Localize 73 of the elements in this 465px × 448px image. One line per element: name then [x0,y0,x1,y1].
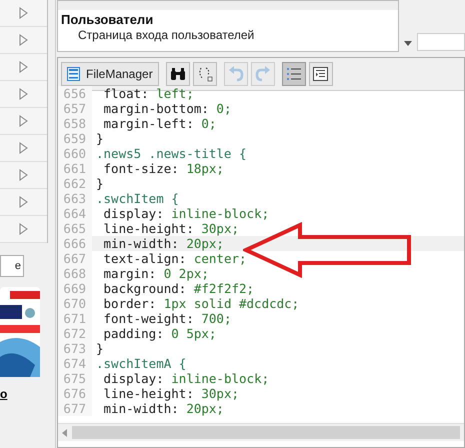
code-line: font-weight: 700; [102,311,232,326]
replace-icon [196,66,213,82]
code-line: .news5 .news-title { [96,146,247,161]
line-number: 676 [58,386,92,401]
code-line: text-align: center; [102,251,247,266]
line-number: 661 [58,161,92,176]
line-number: 675 [58,371,92,386]
line-numbers-button[interactable] [282,62,306,86]
line-number: 657 [58,101,92,116]
line-number: 668 [58,266,92,281]
line-number: 672 [58,326,92,341]
numbered-list-icon [286,67,301,81]
code-line: font-size: 18px; [102,161,224,176]
code-line: min-width: 20px; [102,236,224,251]
line-number: 664 [58,206,92,221]
find-button[interactable] [166,62,190,86]
triangle-icon [19,196,28,208]
line-number: 662 [58,176,92,191]
link[interactable]: o [0,385,55,403]
indent-button[interactable] [308,62,333,86]
triangle-icon [19,115,28,127]
redo-icon [254,66,271,82]
triangle-icon [19,142,28,154]
code-line: } [96,176,104,191]
code-line: padding: 0 5px; [102,326,216,341]
line-number: 674 [58,356,92,371]
code-line: margin: 0 2px; [102,266,209,281]
line-number: 670 [58,296,92,311]
triangle-icon [19,88,28,100]
scroll-down-icon[interactable] [404,41,412,46]
line-number: 660 [58,146,92,161]
code-line: margin-left: 0; [102,116,216,131]
line-number: 659 [58,131,92,146]
list-item[interactable]: Пользователи [58,10,398,28]
redo-button[interactable] [250,62,275,86]
code-line: line-height: 30px; [102,221,240,236]
line-number: 665 [58,221,92,236]
file-manager-button[interactable]: FileManager [61,62,159,86]
binoculars-icon [170,68,186,80]
list-item[interactable]: Страница входа пользователей [58,28,398,43]
code-line: min-width: 20px; [102,401,224,416]
code-line: .swchItemA { [96,356,186,371]
triangle-icon [19,34,28,46]
line-number: 671 [58,311,92,326]
cabinet-icon [67,67,80,81]
code-line: border: 1px solid #dcdcdc; [102,296,300,311]
triangle-icon [19,61,28,73]
line-number: 663 [58,191,92,206]
code-line: display: inline-block; [102,206,270,221]
scroll-left-icon[interactable] [62,428,67,436]
code-line: } [96,341,104,356]
line-number: 673 [58,341,92,356]
code-line: margin-bottom: 0; [102,101,232,116]
undo-icon [228,66,244,82]
undo-button[interactable] [224,62,248,86]
code-line: .swchItem { [96,191,179,206]
line-number: 658 [58,116,92,131]
triangle-icon [19,7,28,19]
code-line: line-height: 30px; [102,386,240,401]
code-line: } [96,131,104,146]
text-field[interactable] [417,33,465,51]
scrollbar-thumb[interactable] [72,426,460,439]
line-number: 677 [58,401,92,416]
indent-icon [313,67,328,81]
triangle-icon [19,169,28,181]
line-number: 667 [58,251,92,266]
line-number: 656 [58,86,92,101]
line-number: 666 [58,236,92,251]
line-number: 669 [58,281,92,296]
code-line: background: #f2f2f2; [102,281,254,296]
code-line: display: inline-block; [102,371,270,386]
triangle-icon [19,223,28,235]
code-line: float: left; [102,86,194,101]
